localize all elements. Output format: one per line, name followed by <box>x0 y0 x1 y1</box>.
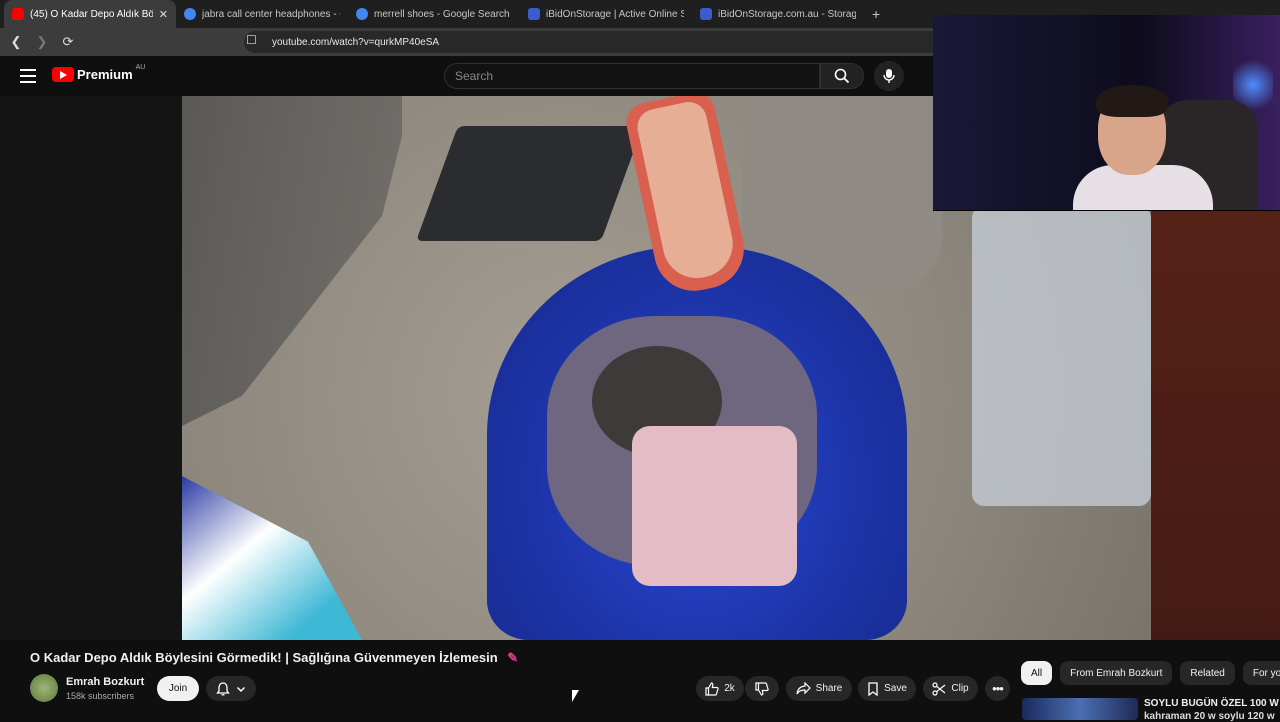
recommended-thumbnail[interactable] <box>1022 698 1138 720</box>
forward-arrow-icon[interactable]: ❯ <box>32 34 52 50</box>
share-button[interactable]: Share <box>786 676 852 701</box>
join-button[interactable]: Join <box>157 676 199 701</box>
youtube-play-icon <box>52 67 74 82</box>
recommended-title-line2[interactable]: kahraman 20 w soylu 120 w <box>1144 711 1275 722</box>
browser-tab[interactable]: jabra call center headphones - Goog <box>176 0 348 28</box>
tab-title: merrell shoes - Google Search <box>374 8 510 20</box>
bookmark-icon[interactable]: ☐ <box>246 33 257 47</box>
subscriber-count: 158k subscribers <box>66 691 135 701</box>
chip-from-channel[interactable]: From Emrah Bozkurt <box>1060 661 1173 685</box>
webcam-overlay <box>933 15 1280 211</box>
microphone-icon <box>883 69 895 83</box>
video-pink-item <box>632 426 797 586</box>
more-actions-button[interactable]: ••• <box>985 676 1010 701</box>
browser-tab[interactable]: iBidOnStorage.com.au - Storage King <box>692 0 864 28</box>
tab-title: iBidOnStorage | Active Online Storag <box>546 8 684 20</box>
browser-tab[interactable]: iBidOnStorage | Active Online Storag <box>520 0 692 28</box>
search-icon <box>834 68 850 84</box>
youtube-favicon-icon <box>12 8 24 20</box>
ibid-favicon-icon <box>528 8 540 20</box>
back-arrow-icon[interactable]: ❮ <box>6 34 26 50</box>
pencil-icon: ✎ <box>507 650 519 665</box>
chip-all[interactable]: All <box>1021 661 1053 685</box>
dislike-button[interactable] <box>745 676 779 701</box>
share-icon <box>796 682 811 695</box>
voice-search-button[interactable] <box>874 61 904 91</box>
search-button[interactable] <box>820 63 864 89</box>
chip-related[interactable]: Related <box>1180 661 1235 685</box>
video-title: O Kadar Depo Aldık Böylesini Görmedik! |… <box>30 650 518 666</box>
scissors-icon <box>932 681 946 696</box>
thumbs-up-icon <box>705 681 719 696</box>
webcam-hair <box>1096 85 1168 117</box>
video-title-text: O Kadar Depo Aldık Böylesini Görmedik! |… <box>30 650 498 665</box>
channel-name[interactable]: Emrah Bozkurt <box>66 676 144 688</box>
clip-label: Clip <box>951 683 969 694</box>
google-favicon-icon <box>184 8 196 20</box>
save-label: Save <box>884 683 907 694</box>
thumbs-down-icon <box>755 681 769 696</box>
chip-for-you[interactable]: For you <box>1242 661 1280 685</box>
browser-tab[interactable]: merrell shoes - Google Search <box>348 0 520 28</box>
bell-icon <box>216 681 230 695</box>
share-label: Share <box>815 683 843 694</box>
video-storage-tubs <box>972 206 1151 506</box>
ibid-favicon-icon <box>700 8 712 20</box>
bookmark-save-icon <box>868 681 878 696</box>
reload-icon[interactable]: ⟳ <box>58 34 78 50</box>
google-favicon-icon <box>356 8 368 20</box>
notifications-button[interactable] <box>206 676 256 701</box>
tab-title: iBidOnStorage.com.au - Storage King <box>718 8 856 20</box>
browser-tab[interactable]: (45) O Kadar Depo Aldık Böyle ✕ <box>4 0 176 28</box>
tab-title: (45) O Kadar Depo Aldık Böyle <box>30 8 153 20</box>
tab-title: jabra call center headphones - Goog <box>202 8 340 20</box>
menu-hamburger-icon[interactable] <box>20 69 36 83</box>
chevron-down-icon <box>236 686 246 692</box>
search-input[interactable]: Search <box>444 63 820 89</box>
more-dots-icon: ••• <box>992 681 1004 696</box>
country-code: AU <box>135 64 146 71</box>
save-button[interactable]: Save <box>858 676 916 701</box>
new-tab-plus-icon[interactable]: + <box>872 6 880 22</box>
like-button[interactable]: 2k <box>696 676 744 701</box>
url-field[interactable]: youtube.com/watch?v=qurkMP40eSA <box>244 31 944 53</box>
clip-button[interactable]: Clip <box>923 676 978 701</box>
channel-avatar[interactable] <box>30 674 58 702</box>
mouse-cursor-icon <box>572 690 579 702</box>
brand-label: Premium <box>77 67 133 82</box>
youtube-logo[interactable]: Premium AU <box>52 64 146 82</box>
close-icon[interactable]: ✕ <box>159 8 168 21</box>
like-count: 2k <box>724 683 735 694</box>
recommended-title[interactable]: SOYLU BUGÜN ÖZEL 100 W <box>1144 698 1279 709</box>
recommendation-chips: All From Emrah Bozkurt Related For you <box>1021 661 1280 685</box>
